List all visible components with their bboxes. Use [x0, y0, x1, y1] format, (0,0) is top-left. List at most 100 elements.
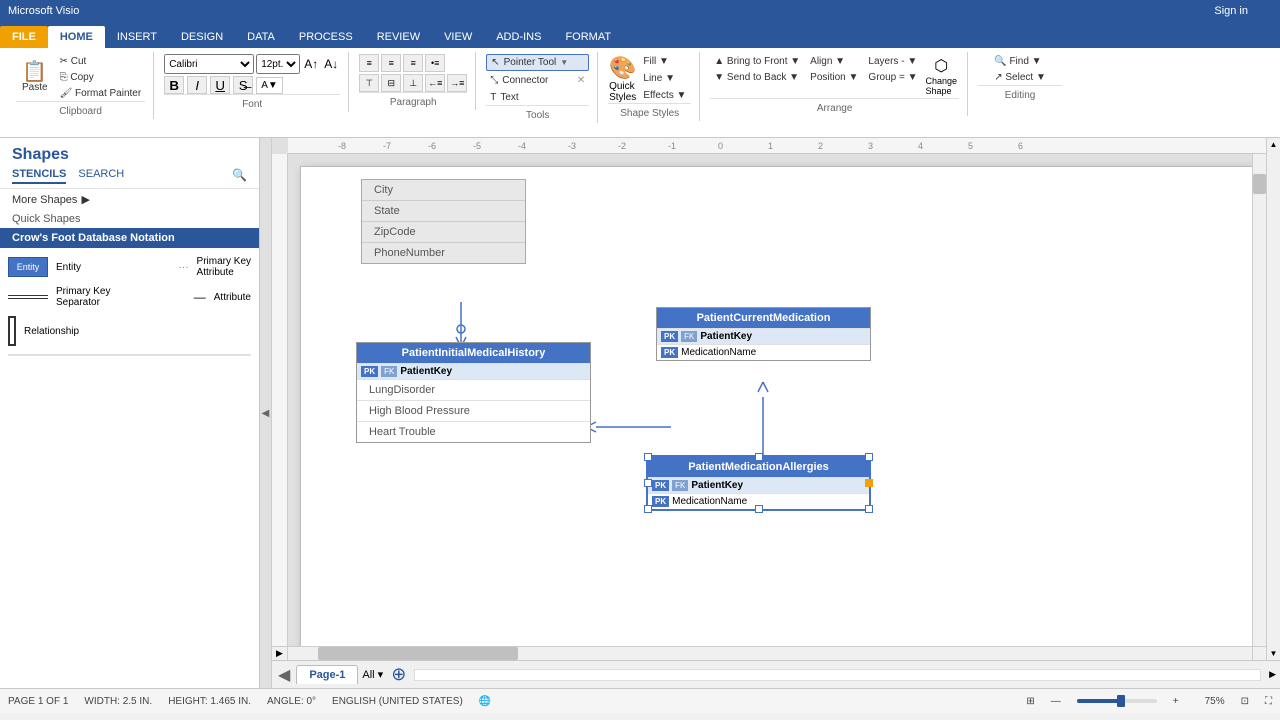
find-button[interactable]: 🔍 Find ▼ [990, 54, 1050, 69]
tab-design[interactable]: DESIGN [169, 26, 235, 48]
main-layout: Shapes STENCILS SEARCH 🔍 More Shapes ▶ Q… [0, 138, 1280, 688]
scrollbar-horizontal[interactable] [288, 646, 1252, 660]
pk-badge-1: PK [361, 366, 378, 377]
sidebar-search-icon[interactable]: 🔍 [232, 168, 247, 184]
add-page-btn[interactable]: ⊕ [387, 664, 410, 685]
tab-data[interactable]: DATA [235, 26, 287, 48]
normal-view-btn[interactable]: ⊞ [1026, 696, 1034, 707]
format-painter-button[interactable]: 🖌 Format Painter [56, 86, 146, 101]
strikethrough-button[interactable]: S̶ [233, 76, 253, 94]
zoom-fill [1077, 699, 1121, 703]
zoom-slider[interactable] [1077, 699, 1157, 703]
all-pages-btn[interactable]: All ▾ [358, 668, 387, 681]
vertical-align-bot-button[interactable]: ⊥ [403, 74, 423, 92]
full-screen-btn[interactable]: ⛶ [1265, 696, 1272, 707]
send-to-back-button[interactable]: ▼ Send to Back ▼ [710, 70, 804, 85]
decrease-font-button[interactable]: A↓ [322, 55, 340, 73]
quick-shapes-item[interactable]: Quick Shapes [0, 210, 259, 228]
tab-format[interactable]: FORMAT [553, 26, 623, 48]
indent-decrease-button[interactable]: ←≡ [425, 74, 445, 92]
tab-home[interactable]: HOME [48, 26, 105, 48]
tab-insert[interactable]: INSERT [105, 26, 169, 48]
patient-med-allergies-table[interactable]: PatientMedicationAllergies PK FK Patient… [646, 455, 871, 511]
layers-button[interactable]: Layers - ▼ [864, 54, 921, 69]
bullet-list-button[interactable]: •≡ [425, 54, 445, 72]
selection-handle-bl [644, 505, 652, 513]
connector-tool-button[interactable]: ⤡ Connector ✕ [486, 73, 589, 88]
ribbon: FILE HOME INSERT DESIGN DATA PROCESS REV… [0, 22, 1280, 138]
tab-process[interactable]: PROCESS [287, 26, 365, 48]
cut-button[interactable]: ✂ Cut [56, 54, 146, 69]
scroll-up-btn[interactable]: ▲ [1268, 138, 1280, 151]
ribbon-tabs: FILE HOME INSERT DESIGN DATA PROCESS REV… [0, 22, 1280, 48]
sidebar-collapse-handle[interactable]: ◀ [260, 138, 272, 688]
more-shapes-item[interactable]: More Shapes ▶ [0, 189, 259, 210]
zoom-in-btn[interactable]: + [1173, 696, 1179, 707]
nav-right-btn[interactable]: ▶ [1265, 669, 1280, 680]
entity-preview: Entity [8, 257, 48, 277]
font-size-select[interactable]: 12pt. [256, 54, 300, 74]
fk-badge-1: FK [381, 366, 397, 377]
align-left-button[interactable]: ≡ [359, 54, 379, 72]
pointer-tool-button[interactable]: ↖ Pointer Tool ▼ [486, 54, 589, 71]
quick-styles-button[interactable]: 🎨 QuickStyles [609, 55, 636, 103]
increase-font-button[interactable]: A↑ [302, 55, 320, 73]
fit-page-btn[interactable]: ⊡ [1241, 696, 1249, 707]
align-right-button[interactable]: ≡ [403, 54, 423, 72]
sign-in-link[interactable]: Sign in [1214, 5, 1248, 17]
crows-foot-section[interactable]: Crow's Foot Database Notation [0, 228, 259, 248]
selection-handle-tr [865, 453, 873, 461]
nav-arrow-up[interactable]: ▶ [272, 646, 288, 660]
scroll-down-btn[interactable]: ▼ [1268, 647, 1280, 660]
zoom-level[interactable]: 75% [1195, 696, 1225, 707]
indent-increase-button[interactable]: →≡ [447, 74, 467, 92]
tab-view[interactable]: VIEW [432, 26, 484, 48]
ribbon-group-quick-styles: 🎨 QuickStyles Fill ▼ Line ▼ Effects ▼ Sh… [600, 52, 700, 121]
page-tab-bar: ◀ Page-1 All ▾ ⊕ ▶ [272, 660, 1280, 688]
patient-history-table[interactable]: PatientInitialMedicalHistory PK FK Patie… [356, 342, 591, 443]
sidebar-tab-stencils[interactable]: STENCILS [12, 168, 66, 184]
patient-history-row-patientkey: PK FK PatientKey [357, 363, 590, 379]
zoom-out-btn[interactable]: — [1051, 696, 1061, 707]
font-color-button[interactable]: A▼ [256, 77, 283, 94]
canvas-inner[interactable]: -8 -7 -6 -5 -4 -3 -2 -1 0 1 2 3 4 5 6 [272, 138, 1266, 660]
tab-review[interactable]: REVIEW [365, 26, 432, 48]
stencil-entity[interactable]: Entity Entity ··· Primary KeyAttribute [8, 256, 251, 278]
sidebar-tab-search[interactable]: SEARCH [78, 168, 124, 184]
effects-button[interactable]: Effects ▼ [639, 88, 690, 103]
app-title: Microsoft Visio [8, 5, 79, 17]
align-button[interactable]: Align ▼ [806, 54, 862, 69]
scrollbar-v-thumb[interactable] [1253, 174, 1266, 194]
patient-current-med-row-pk: PK FK PatientKey [657, 328, 870, 344]
canvas-page[interactable]: City State ZipCode PhoneNumber PatientIn… [300, 166, 1262, 656]
change-shape-button[interactable]: ⬡ ChangeShape [924, 54, 960, 98]
text-tool-button[interactable]: T Text [486, 90, 589, 105]
vertical-align-mid-button[interactable]: ⊟ [381, 74, 401, 92]
group-button[interactable]: Group = ▼ [864, 70, 921, 85]
connector-close-icon[interactable]: ✕ [577, 75, 585, 86]
font-family-select[interactable]: Calibri [164, 54, 254, 74]
fill-button[interactable]: Fill ▼ [639, 54, 690, 69]
copy-button[interactable]: ⎘ Copy [56, 70, 146, 85]
nav-left-btn[interactable]: ◀ [272, 665, 296, 685]
patient-current-med-table[interactable]: PatientCurrentMedication PK FK PatientKe… [656, 307, 871, 361]
italic-button[interactable]: I [187, 76, 207, 94]
page-scrollbar[interactable] [414, 669, 1261, 681]
stencil-pk-separator[interactable]: Primary KeySeparator — Attribute [8, 286, 251, 308]
line-button[interactable]: Line ▼ [639, 71, 690, 86]
select-button[interactable]: ↗ Select ▼ [990, 70, 1050, 85]
position-button[interactable]: Position ▼ [806, 70, 862, 85]
tab-file[interactable]: FILE [0, 26, 48, 48]
paste-button[interactable]: 📋 Paste [16, 59, 54, 96]
tab-addins[interactable]: ADD-INS [484, 26, 553, 48]
vertical-align-top-button[interactable]: ⊤ [359, 74, 379, 92]
scrollbar-h-thumb[interactable] [318, 647, 518, 660]
scrollbar-vertical[interactable] [1252, 154, 1266, 646]
underline-button[interactable]: U [210, 76, 230, 94]
align-center-button[interactable]: ≡ [381, 54, 401, 72]
page-tab-1[interactable]: Page-1 [296, 665, 358, 684]
zoom-handle[interactable] [1117, 695, 1125, 707]
bold-button[interactable]: B [164, 76, 184, 94]
bring-to-front-button[interactable]: ▲ Bring to Front ▼ [710, 54, 804, 69]
stencil-relationship[interactable]: Relationship [8, 316, 251, 346]
